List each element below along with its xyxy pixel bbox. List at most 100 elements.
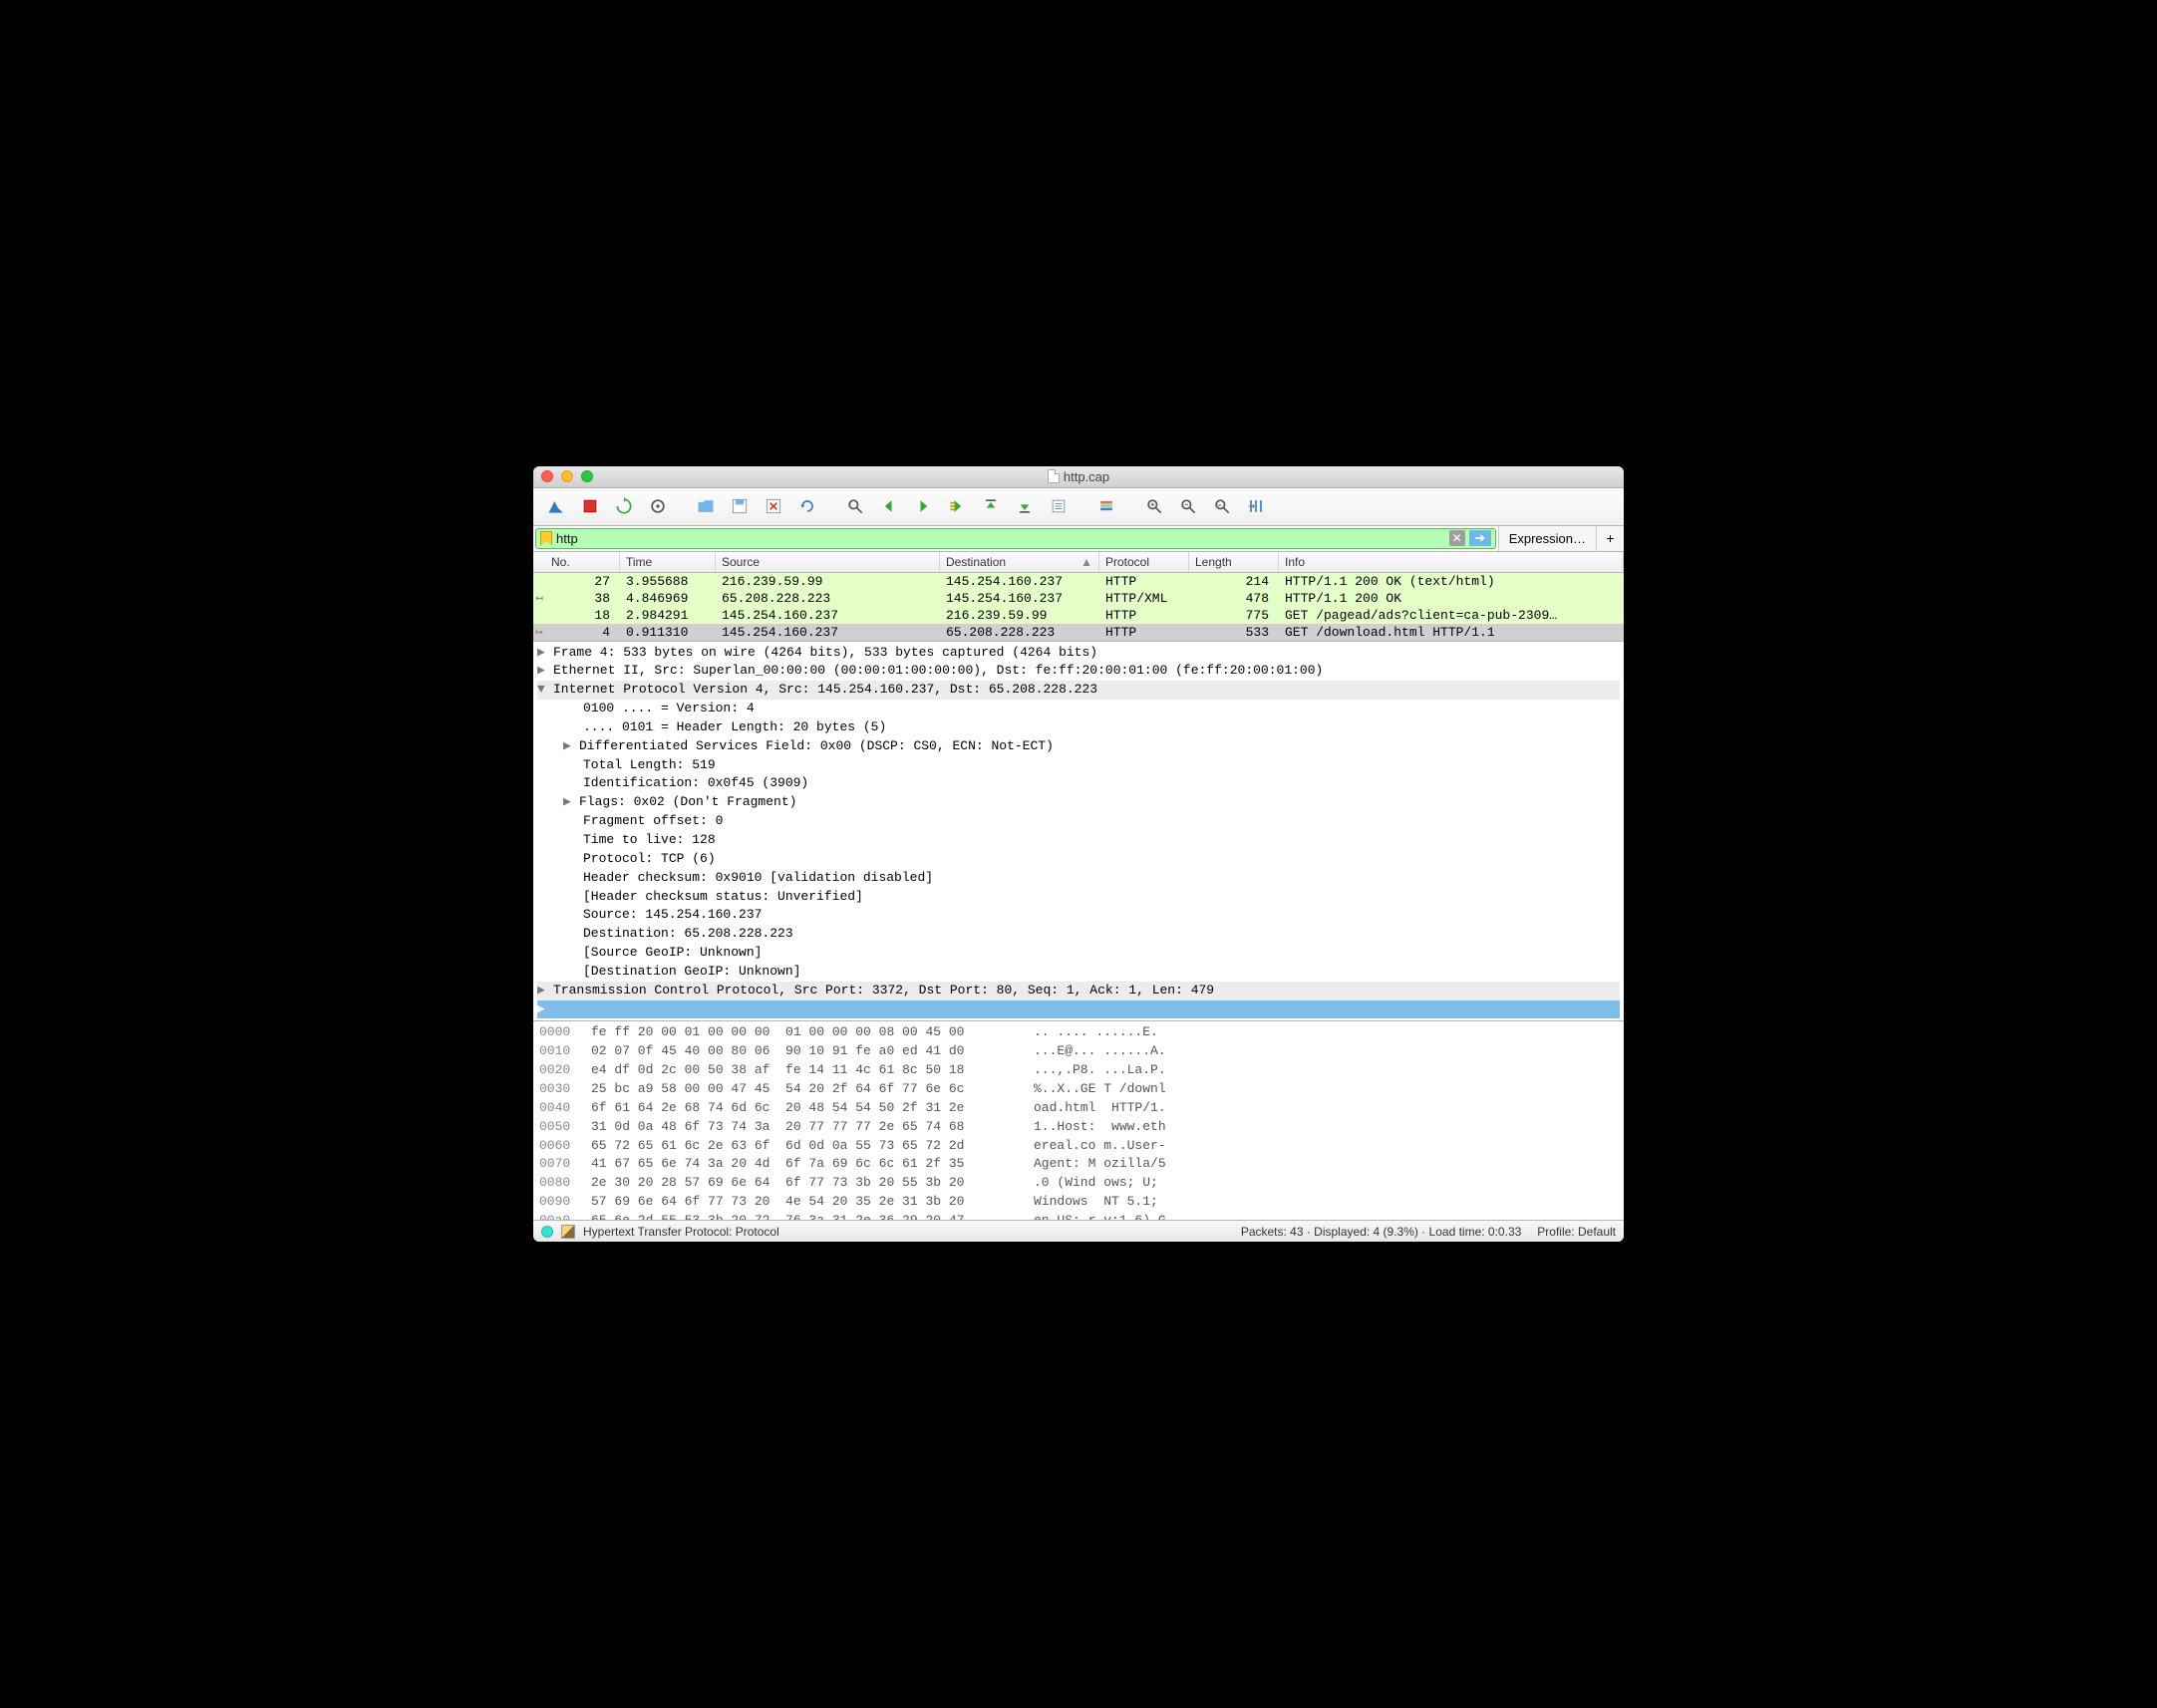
packet-cell-info: GET /pagead/ads?client=ca-pub-2309…	[1279, 608, 1624, 623]
tree-tcp[interactable]: Transmission Control Protocol, Src Port:…	[553, 982, 1214, 1000]
packet-cell-src: 65.208.228.223	[716, 591, 940, 606]
tree-ip-dsf[interactable]: Differentiated Services Field: 0x00 (DSC…	[579, 737, 1054, 756]
hex-line[interactable]: 00802e 30 20 28 57 69 6e 64 6f 77 73 3b …	[539, 1174, 1618, 1193]
tree-ip-geo-src[interactable]: [Source GeoIP: Unknown]	[583, 944, 762, 963]
hex-line[interactable]: 0020e4 df 0d 2c 00 50 38 af fe 14 11 4c …	[539, 1061, 1618, 1080]
status-profile[interactable]: Profile: Default	[1537, 1225, 1616, 1239]
auto-scroll-icon[interactable]	[1044, 493, 1074, 519]
col-no[interactable]: No.	[545, 552, 620, 572]
tree-ip-fragoff[interactable]: Fragment offset: 0	[583, 812, 723, 831]
tree-ip-proto[interactable]: Protocol: TCP (6)	[583, 850, 716, 869]
tree-ip-src[interactable]: Source: 145.254.160.237	[583, 906, 762, 925]
reload-file-icon[interactable]	[792, 493, 822, 519]
tree-ip[interactable]: Internet Protocol Version 4, Src: 145.25…	[553, 681, 1097, 700]
col-time[interactable]: Time	[620, 552, 716, 572]
save-file-icon[interactable]	[725, 493, 755, 519]
stop-capture-icon[interactable]	[575, 493, 605, 519]
hex-line[interactable]: 009057 69 6e 64 6f 77 73 20 4e 54 20 35 …	[539, 1193, 1618, 1212]
packet-details[interactable]: ▶Frame 4: 533 bytes on wire (4264 bits),…	[533, 641, 1624, 1021]
window-title: http.cap	[533, 469, 1624, 484]
tree-ip-totlen[interactable]: Total Length: 519	[583, 756, 716, 775]
close-file-icon[interactable]	[759, 493, 788, 519]
tree-eth[interactable]: Ethernet II, Src: Superlan_00:00:00 (00:…	[553, 662, 1323, 681]
shark-fin-icon[interactable]	[541, 493, 571, 519]
tree-ip-cksum-status[interactable]: [Header checksum status: Unverified]	[583, 888, 863, 907]
go-forward-icon[interactable]	[908, 493, 938, 519]
restart-capture-icon[interactable]	[609, 493, 639, 519]
display-filter-input[interactable]	[556, 531, 1445, 546]
close-icon[interactable]	[541, 470, 553, 482]
packet-row[interactable]: 182.984291145.254.160.237216.239.59.99HT…	[533, 607, 1624, 624]
tree-ip-hdrlen[interactable]: .... 0101 = Header Length: 20 bytes (5)	[583, 718, 886, 737]
tree-ip-cksum[interactable]: Header checksum: 0x9010 [validation disa…	[583, 869, 933, 888]
hex-line[interactable]: 00a065 6e 2d 55 53 3b 20 72 76 3a 31 2e …	[539, 1212, 1618, 1221]
expert-info-icon[interactable]	[541, 1226, 553, 1238]
packet-cell-no: 18	[545, 608, 620, 623]
resize-columns-icon[interactable]	[1241, 493, 1271, 519]
zoom-in-icon[interactable]	[1139, 493, 1169, 519]
packet-cell-time: 3.955688	[620, 574, 716, 589]
bookmark-icon[interactable]	[540, 531, 552, 545]
go-to-packet-icon[interactable]	[942, 493, 972, 519]
tree-ip-version[interactable]: 0100 .... = Version: 4	[583, 700, 755, 718]
zoom-reset-icon[interactable]: =	[1207, 493, 1237, 519]
tree-ip-flags[interactable]: Flags: 0x02 (Don't Fragment)	[579, 793, 796, 812]
col-info[interactable]: Info	[1279, 552, 1624, 572]
clear-filter-icon[interactable]: ✕	[1449, 530, 1465, 546]
packet-cell-no: 27	[545, 574, 620, 589]
packet-cell-dst: 145.254.160.237	[940, 574, 1099, 589]
capture-options-icon[interactable]	[643, 493, 673, 519]
go-back-icon[interactable]	[874, 493, 904, 519]
hex-line[interactable]: 0000fe ff 20 00 01 00 00 00 01 00 00 00 …	[539, 1023, 1618, 1042]
packet-row[interactable]: ↦40.911310145.254.160.23765.208.228.223H…	[533, 624, 1624, 641]
packet-cell-proto: HTTP	[1099, 574, 1189, 589]
packet-cell-time: 0.911310	[620, 625, 716, 640]
add-filter-button[interactable]: +	[1596, 526, 1624, 551]
packet-cell-info: HTTP/1.1 200 OK	[1279, 591, 1624, 606]
packet-cell-time: 2.984291	[620, 608, 716, 623]
hex-line[interactable]: 003025 bc a9 58 00 00 47 45 54 20 2f 64 …	[539, 1080, 1618, 1099]
hex-line[interactable]: 005031 0d 0a 48 6f 73 74 3a 20 77 77 77 …	[539, 1118, 1618, 1137]
find-packet-icon[interactable]	[840, 493, 870, 519]
packet-row[interactable]: 273.955688216.239.59.99145.254.160.237HT…	[533, 573, 1624, 590]
col-protocol[interactable]: Protocol	[1099, 552, 1189, 572]
packet-cell-time: 4.846969	[620, 591, 716, 606]
go-last-icon[interactable]	[1010, 493, 1040, 519]
zoom-icon[interactable]	[581, 470, 593, 482]
window-title-text: http.cap	[1064, 469, 1109, 484]
filter-input-container[interactable]: ✕ ➔	[535, 528, 1496, 549]
col-length[interactable]: Length	[1189, 552, 1279, 572]
tree-ip-dst[interactable]: Destination: 65.208.228.223	[583, 925, 793, 944]
col-source[interactable]: Source	[716, 552, 940, 572]
col-dest[interactable]: Destination ▲	[940, 552, 1099, 572]
minimize-icon[interactable]	[561, 470, 573, 482]
status-left: Hypertext Transfer Protocol: Protocol	[583, 1225, 779, 1239]
packet-cell-len: 775	[1189, 608, 1279, 623]
hex-line[interactable]: 00406f 61 64 2e 68 74 6d 6c 20 48 54 54 …	[539, 1099, 1618, 1118]
edit-icon[interactable]	[561, 1225, 575, 1239]
packet-list[interactable]: 273.955688216.239.59.99145.254.160.237HT…	[533, 573, 1624, 641]
go-first-icon[interactable]	[976, 493, 1006, 519]
apply-filter-icon[interactable]: ➔	[1469, 530, 1491, 546]
packet-bytes[interactable]: 0000fe ff 20 00 01 00 00 00 01 00 00 00 …	[533, 1020, 1624, 1220]
window-controls	[541, 470, 593, 482]
open-file-icon[interactable]	[691, 493, 721, 519]
tree-frame[interactable]: Frame 4: 533 bytes on wire (4264 bits), …	[553, 644, 1097, 663]
packet-cell-len: 214	[1189, 574, 1279, 589]
colorize-icon[interactable]	[1091, 493, 1121, 519]
zoom-out-icon[interactable]	[1173, 493, 1203, 519]
svg-text:=: =	[1218, 503, 1222, 509]
tree-ip-ttl[interactable]: Time to live: 128	[583, 831, 716, 850]
tree-ip-ident[interactable]: Identification: 0x0f45 (3909)	[583, 774, 808, 793]
hex-line[interactable]: 006065 72 65 61 6c 2e 63 6f 6d 0d 0a 55 …	[539, 1137, 1618, 1156]
expression-button[interactable]: Expression…	[1498, 526, 1596, 551]
packet-row[interactable]: ↤384.84696965.208.228.223145.254.160.237…	[533, 590, 1624, 607]
tree-ip-geo-dst[interactable]: [Destination GeoIP: Unknown]	[583, 963, 800, 982]
hex-line[interactable]: 001002 07 0f 45 40 00 80 06 90 10 91 fe …	[539, 1042, 1618, 1061]
statusbar: Hypertext Transfer Protocol: Protocol Pa…	[533, 1220, 1624, 1242]
document-icon	[1048, 469, 1060, 483]
packet-cell-no: 38	[545, 591, 620, 606]
app-window: http.cap = ✕ ➔ E	[533, 466, 1624, 1243]
packet-cell-dst: 65.208.228.223	[940, 625, 1099, 640]
hex-line[interactable]: 007041 67 65 6e 74 3a 20 4d 6f 7a 69 6c …	[539, 1155, 1618, 1174]
